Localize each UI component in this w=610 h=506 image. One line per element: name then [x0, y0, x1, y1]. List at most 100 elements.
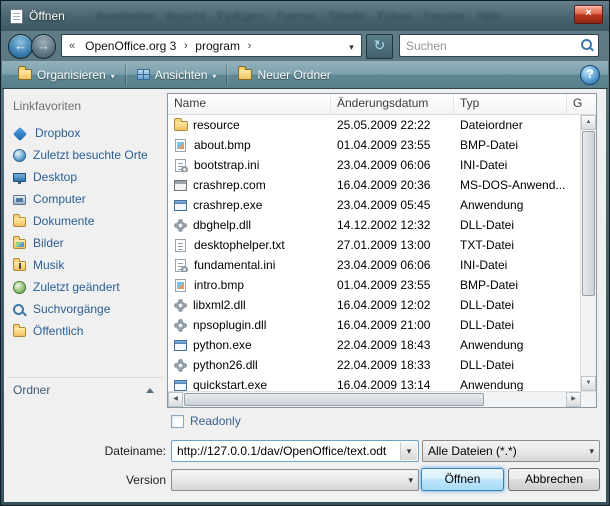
column-header-type[interactable]: Typ — [454, 94, 567, 114]
filetype-combobox[interactable]: Alle Dateien (*.*) — [422, 440, 600, 462]
file-date: 16.04.2009 12:02 — [331, 298, 454, 312]
new-folder-button[interactable]: Neuer Ordner — [230, 63, 338, 87]
search-folder-icon — [13, 303, 26, 316]
file-date: 16.04.2009 13:14 — [331, 378, 454, 391]
search-box — [399, 34, 599, 57]
file-row[interactable]: python26.dll 22.04.2009 18:33 DLL-Datei — [168, 355, 580, 375]
horizontal-scrollbar-track[interactable] — [485, 392, 566, 407]
dll-file-icon — [174, 319, 187, 332]
file-row[interactable]: quickstart.exe 16.04.2009 13:14 Anwendun… — [168, 375, 580, 391]
file-name: crashrep.com — [193, 178, 266, 192]
file-row[interactable]: crashrep.com 16.04.2009 20:36 MS-DOS-Anw… — [168, 175, 580, 195]
new-folder-icon — [238, 69, 252, 80]
filename-value: http://127.0.0.1/dav/OpenOffice/text.odt — [172, 441, 418, 461]
back-button[interactable] — [8, 34, 33, 59]
sidebar-item-searches[interactable]: Suchvorgänge — [9, 298, 162, 320]
column-header-name[interactable]: Name — [168, 94, 331, 114]
organize-button[interactable]: Organisieren — [10, 63, 123, 87]
glass-background-text: Bearbeiten Ansicht Einfügen Format Tabel… — [96, 9, 551, 23]
readonly-checkbox-row[interactable]: Readonly — [171, 414, 241, 428]
filename-dropdown-button[interactable] — [400, 442, 417, 460]
recently-changed-icon — [13, 281, 26, 294]
breadcrumb-separator-icon — [181, 40, 190, 52]
file-row[interactable]: libxml2.dll 16.04.2009 12:02 DLL-Datei — [168, 295, 580, 315]
sidebar-item-documents[interactable]: Dokumente — [9, 210, 162, 232]
sidebar-item-dropbox[interactable]: Dropbox — [9, 122, 162, 144]
file-type: DLL-Datei — [454, 298, 567, 312]
open-dialog-window: Öffnen Bearbeiten Ansicht Einfügen Forma… — [0, 0, 610, 506]
horizontal-scrollbar[interactable] — [168, 391, 596, 407]
file-row[interactable]: desktophelper.txt 27.01.2009 13:00 TXT-D… — [168, 235, 580, 255]
open-button[interactable]: Öffnen — [421, 468, 504, 491]
horizontal-scrollbar-thumb[interactable] — [184, 393, 484, 406]
sidebar-item-desktop[interactable]: Desktop — [9, 166, 162, 188]
column-header-date[interactable]: Änderungsdatum — [331, 94, 454, 114]
search-icon — [580, 38, 594, 53]
vertical-scrollbar-track[interactable] — [581, 297, 596, 376]
sidebar-item-music[interactable]: Musik — [9, 254, 162, 276]
titlebar[interactable]: Öffnen Bearbeiten Ansicht Einfügen Forma… — [1, 1, 609, 31]
ini-file-icon — [175, 259, 186, 272]
breadcrumb-segment-openoffice[interactable]: OpenOffice.org 3 — [80, 39, 181, 53]
close-button[interactable]: × — [574, 5, 603, 24]
sidebar-item-recent-places[interactable]: Zuletzt besuchte Orte — [9, 144, 162, 166]
file-date: 23.04.2009 06:06 — [331, 258, 454, 272]
window-title: Öffnen — [29, 9, 65, 23]
file-type: DLL-Datei — [454, 358, 567, 372]
views-button[interactable]: Ansichten — [129, 63, 225, 87]
scroll-up-button[interactable] — [581, 115, 596, 130]
help-button[interactable]: ? — [580, 65, 600, 85]
file-row[interactable]: resource 25.05.2009 22:22 Dateiordner — [168, 115, 580, 135]
breadcrumb: « OpenOffice.org 3 program — [61, 34, 362, 57]
forward-button[interactable] — [31, 34, 56, 59]
breadcrumb-overflow-chevron[interactable]: « — [64, 40, 80, 52]
refresh-button[interactable] — [366, 34, 393, 59]
navigation-bar: « OpenOffice.org 3 program — [1, 31, 609, 61]
vertical-scrollbar[interactable] — [580, 115, 596, 391]
sidebar-item-recently-changed[interactable]: Zuletzt geändert — [9, 276, 162, 298]
file-type: BMP-Datei — [454, 138, 567, 152]
file-name: dbghelp.dll — [193, 218, 251, 232]
sidebar-item-computer[interactable]: Computer — [9, 188, 162, 210]
filename-combobox[interactable]: http://127.0.0.1/dav/OpenOffice/text.odt — [171, 440, 419, 462]
folder-icon — [174, 121, 188, 131]
search-input[interactable] — [404, 38, 580, 54]
sidebar-item-pictures[interactable]: Bilder — [9, 232, 162, 254]
file-row[interactable]: dbghelp.dll 14.12.2002 12:32 DLL-Datei — [168, 215, 580, 235]
file-row[interactable]: about.bmp 01.04.2009 23:55 BMP-Datei — [168, 135, 580, 155]
scroll-down-button[interactable] — [581, 376, 596, 391]
breadcrumb-history-dropdown-icon[interactable] — [344, 39, 359, 53]
file-list-body: resource 25.05.2009 22:22 Dateiordner ab… — [168, 115, 596, 391]
window-icon — [10, 9, 23, 24]
scroll-left-button[interactable] — [168, 392, 183, 407]
favorites-heading: Linkfavoriten — [9, 97, 162, 122]
favorites-sidebar: Linkfavoriten Dropbox Zuletzt besuchte O… — [9, 97, 162, 342]
readonly-checkbox[interactable] — [171, 415, 184, 428]
column-headers: Name Änderungsdatum Typ G — [168, 94, 596, 115]
scroll-right-button[interactable] — [566, 392, 581, 407]
music-folder-icon — [13, 261, 26, 271]
breadcrumb-segment-program[interactable]: program — [190, 39, 245, 53]
file-row[interactable]: crashrep.exe 23.04.2009 05:45 Anwendung — [168, 195, 580, 215]
vertical-scrollbar-thumb[interactable] — [582, 131, 595, 296]
public-folder-icon — [13, 327, 26, 337]
folders-expander[interactable]: Ordner — [9, 377, 162, 397]
column-header-size[interactable]: G — [567, 94, 596, 114]
file-name: fundamental.ini — [194, 258, 275, 272]
sidebar-item-label: Öffentlich — [33, 324, 83, 338]
dialog-client-area: Linkfavoriten Dropbox Zuletzt besuchte O… — [4, 89, 606, 502]
file-row[interactable]: intro.bmp 01.04.2009 23:55 BMP-Datei — [168, 275, 580, 295]
scrollbar-corner — [581, 392, 596, 407]
exe-file-icon — [174, 200, 187, 211]
file-date: 25.05.2009 22:22 — [331, 118, 454, 132]
cancel-button[interactable]: Abbrechen — [508, 468, 600, 491]
version-combobox[interactable] — [171, 469, 419, 491]
sidebar-item-public[interactable]: Öffentlich — [9, 320, 162, 342]
file-row[interactable]: python.exe 22.04.2009 18:43 Anwendung — [168, 335, 580, 355]
file-row[interactable]: fundamental.ini 23.04.2009 06:06 INI-Dat… — [168, 255, 580, 275]
dll-file-icon — [174, 219, 187, 232]
file-row[interactable]: bootstrap.ini 23.04.2009 06:06 INI-Datei — [168, 155, 580, 175]
sidebar-item-label: Suchvorgänge — [33, 302, 110, 316]
sidebar-item-label: Computer — [33, 192, 86, 206]
file-row[interactable]: npsoplugin.dll 16.04.2009 21:00 DLL-Date… — [168, 315, 580, 335]
